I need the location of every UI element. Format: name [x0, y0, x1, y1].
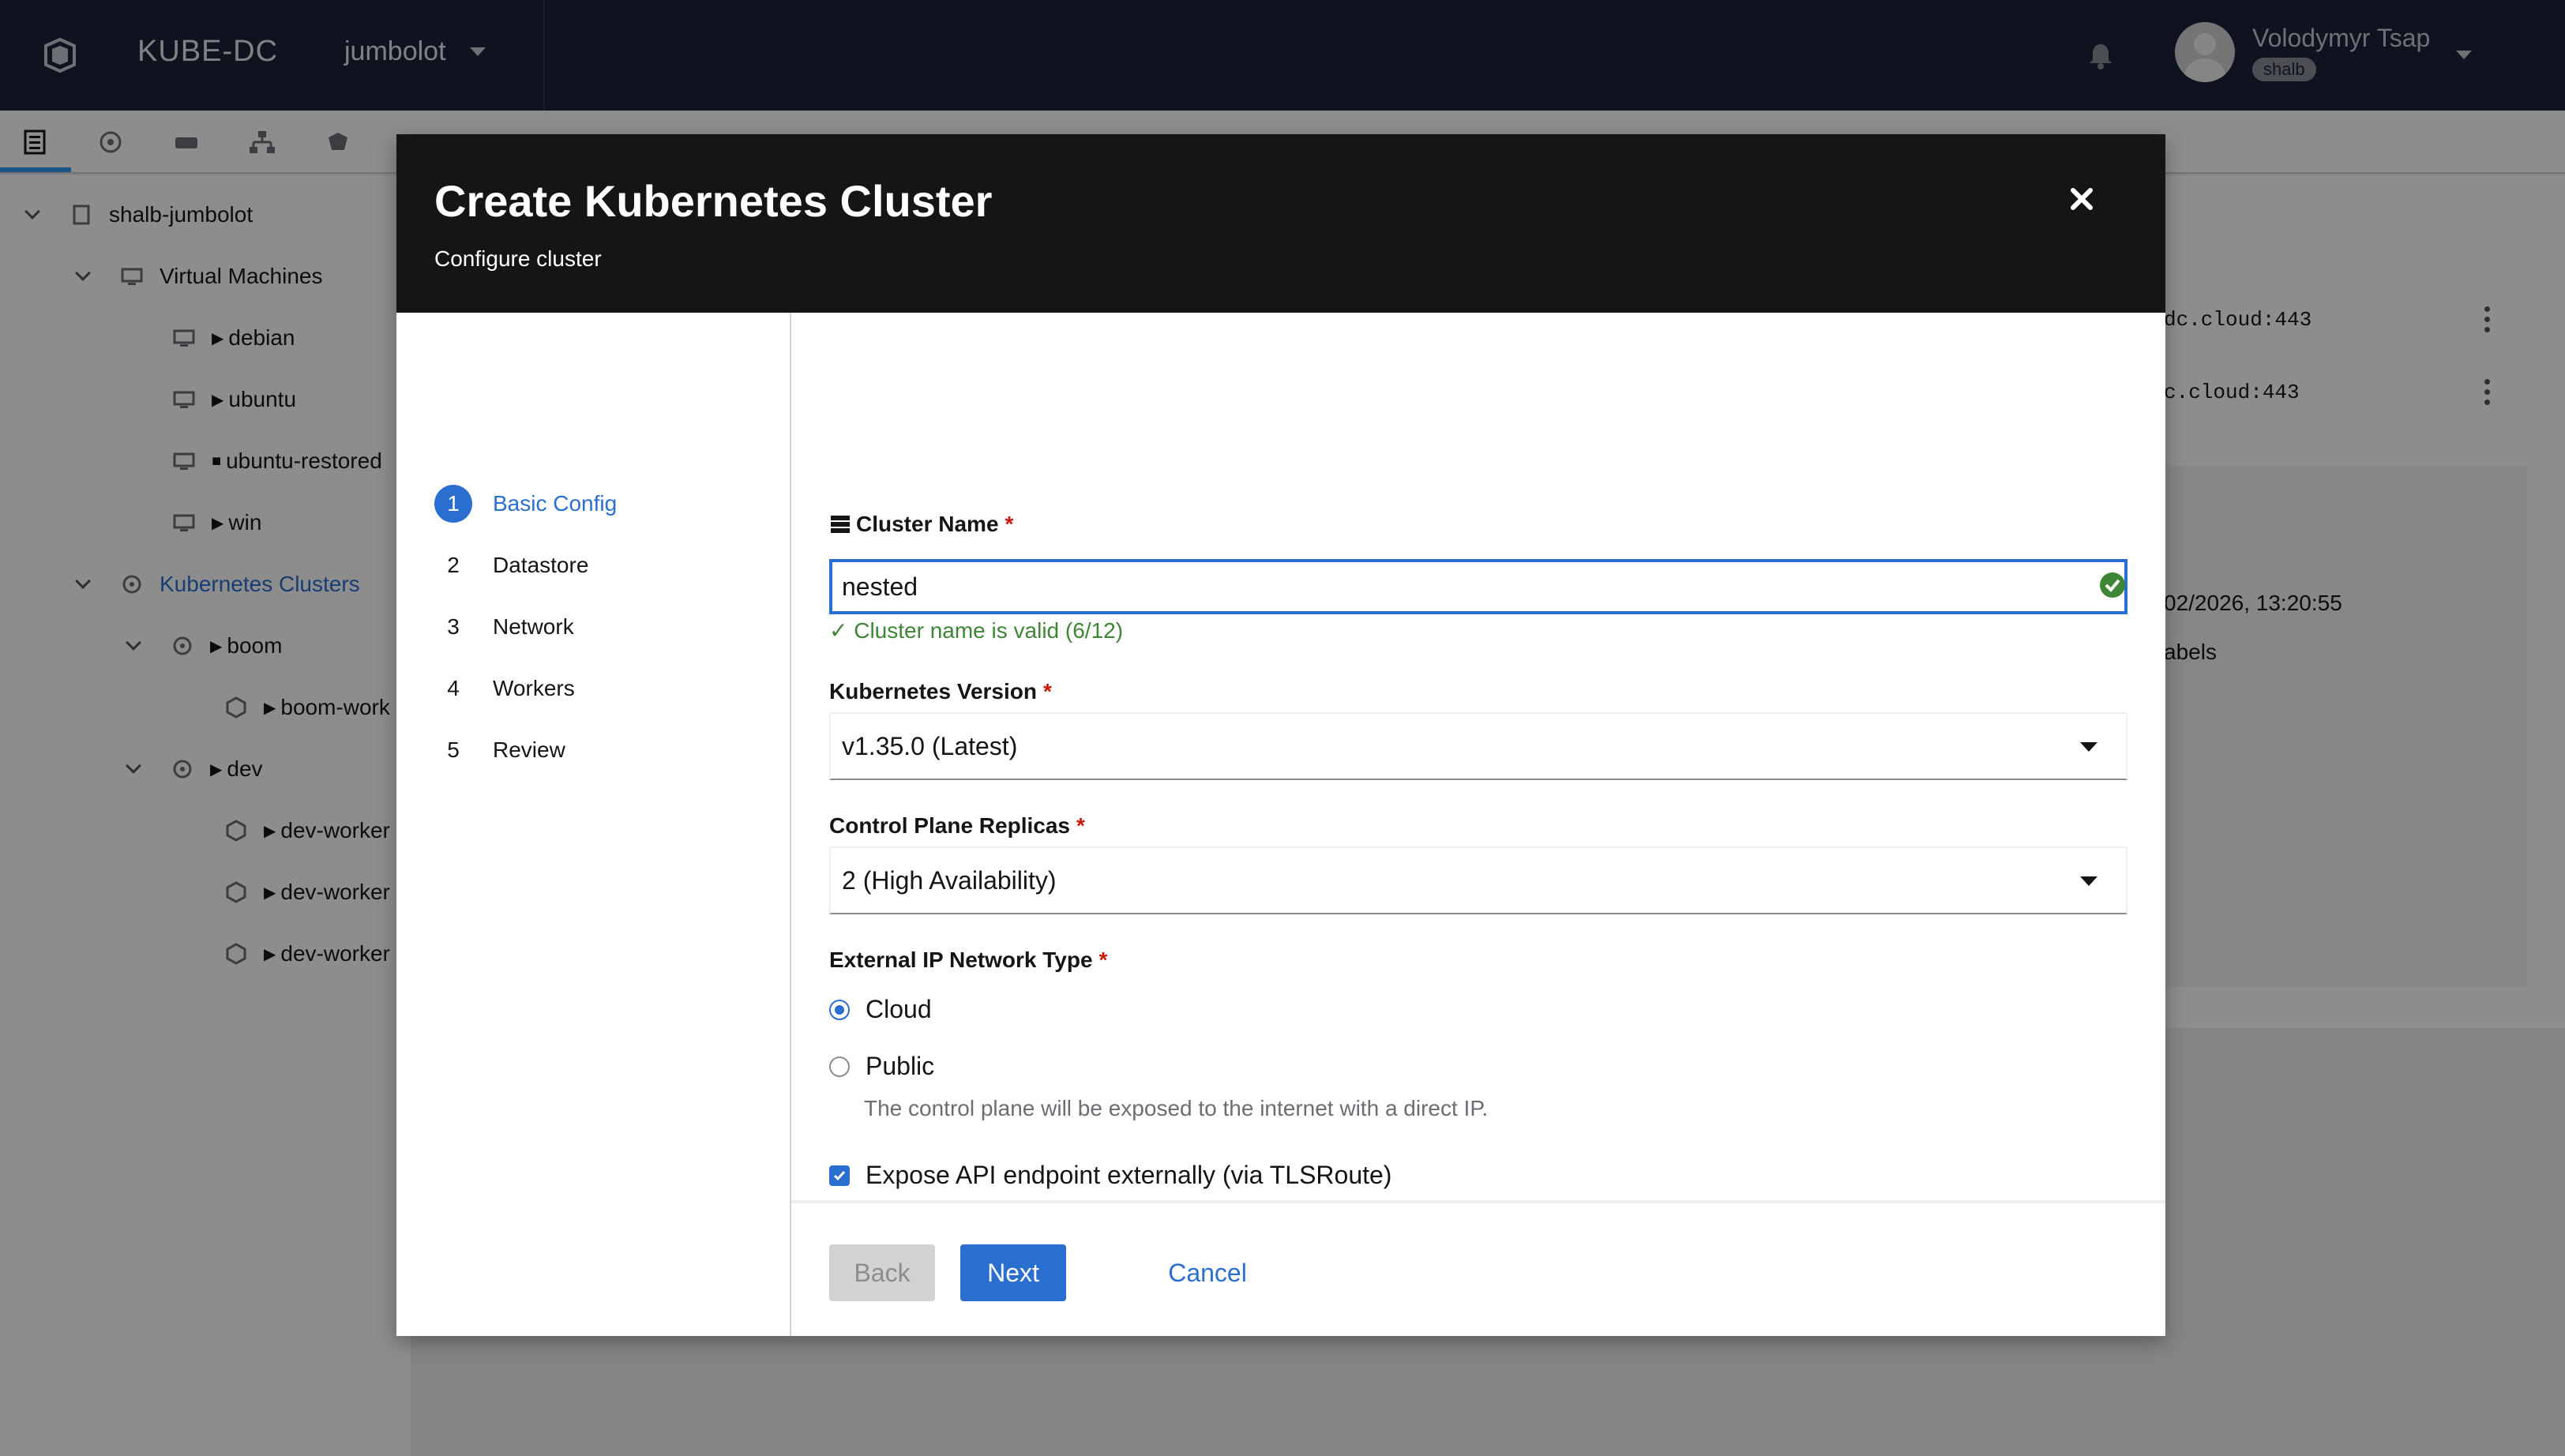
required-marker: * — [1042, 679, 1052, 704]
public-option-description: The control plane will be exposed to the… — [864, 1096, 1489, 1120]
caret-down-icon — [2080, 876, 2097, 886]
server-icon — [831, 516, 850, 533]
network-type-public-radio[interactable]: Public — [829, 1052, 934, 1081]
step-number: 5 — [447, 737, 460, 762]
step-number: 3 — [447, 614, 460, 639]
next-button[interactable]: Next — [960, 1244, 1066, 1301]
wizard-step-network[interactable]: 3 Network — [434, 608, 574, 646]
step-label: Review — [493, 737, 565, 762]
wizard-step-review[interactable]: 5 Review — [434, 731, 565, 769]
control-plane-replicas-label: Control Plane Replicas * — [829, 813, 1085, 838]
wizard-steps-nav: 1 Basic Config 2 Datastore 3 Network 4 W… — [396, 313, 791, 1336]
modal-title: Create Kubernetes Cluster — [434, 176, 993, 226]
check-circle-icon — [2100, 572, 2125, 598]
cluster-name-valid-message: ✓ Cluster name is valid (6/12) — [829, 618, 1124, 643]
step-label: Network — [493, 614, 574, 639]
radio-label: Public — [866, 1052, 935, 1080]
selected-value: 2 (High Availability) — [842, 865, 1057, 895]
modal-subtitle: Configure cluster — [434, 246, 602, 271]
close-icon — [2071, 188, 2093, 210]
wizard-step-datastore[interactable]: 2 Datastore — [434, 546, 588, 584]
modal-footer: Back Next Cancel — [791, 1200, 2165, 1336]
close-button[interactable] — [2058, 175, 2105, 223]
step-label: Basic Config — [493, 491, 618, 516]
expose-api-checkbox[interactable]: Expose API endpoint externally (via TLSR… — [829, 1161, 1391, 1190]
step-number: 1 — [434, 485, 472, 523]
cluster-name-input[interactable] — [829, 559, 2127, 614]
required-marker: * — [1098, 948, 1108, 972]
wizard-form: Cluster Name* ✓ Cluster name is valid (6… — [791, 313, 2165, 1336]
back-button[interactable]: Back — [829, 1244, 935, 1301]
step-number: 2 — [447, 553, 460, 577]
caret-down-icon — [2080, 742, 2097, 752]
control-plane-replicas-select[interactable]: 2 (High Availability) — [829, 846, 2127, 914]
wizard-step-basic-config[interactable]: 1 Basic Config — [434, 485, 617, 523]
checkbox-checked[interactable] — [829, 1165, 850, 1186]
kubernetes-version-select[interactable]: v1.35.0 (Latest) — [829, 712, 2127, 780]
radio-button[interactable] — [829, 1056, 850, 1077]
modal-header: Create Kubernetes Cluster Configure clus… — [396, 134, 2165, 313]
network-type-cloud-radio[interactable]: Cloud — [829, 995, 932, 1024]
create-cluster-modal: Create Kubernetes Cluster Configure clus… — [396, 134, 2165, 1336]
checkbox-label: Expose API endpoint externally (via TLSR… — [866, 1161, 1392, 1189]
cancel-button[interactable]: Cancel — [1148, 1244, 1267, 1301]
step-number: 4 — [447, 676, 460, 700]
selected-value: v1.35.0 (Latest) — [842, 731, 1018, 760]
required-marker: * — [1076, 813, 1085, 838]
checkmark-icon — [833, 1170, 846, 1180]
radio-label: Cloud — [866, 995, 932, 1023]
step-label: Datastore — [493, 553, 589, 577]
wizard-step-workers[interactable]: 4 Workers — [434, 670, 575, 707]
cluster-name-label: Cluster Name * — [829, 512, 1013, 537]
required-marker: * — [1005, 512, 1014, 536]
step-label: Workers — [493, 676, 575, 700]
external-ip-network-type-label: External IP Network Type * — [829, 948, 1108, 972]
radio-button-checked[interactable] — [829, 999, 850, 1020]
kubernetes-version-label: Kubernetes Version * — [829, 679, 1052, 704]
